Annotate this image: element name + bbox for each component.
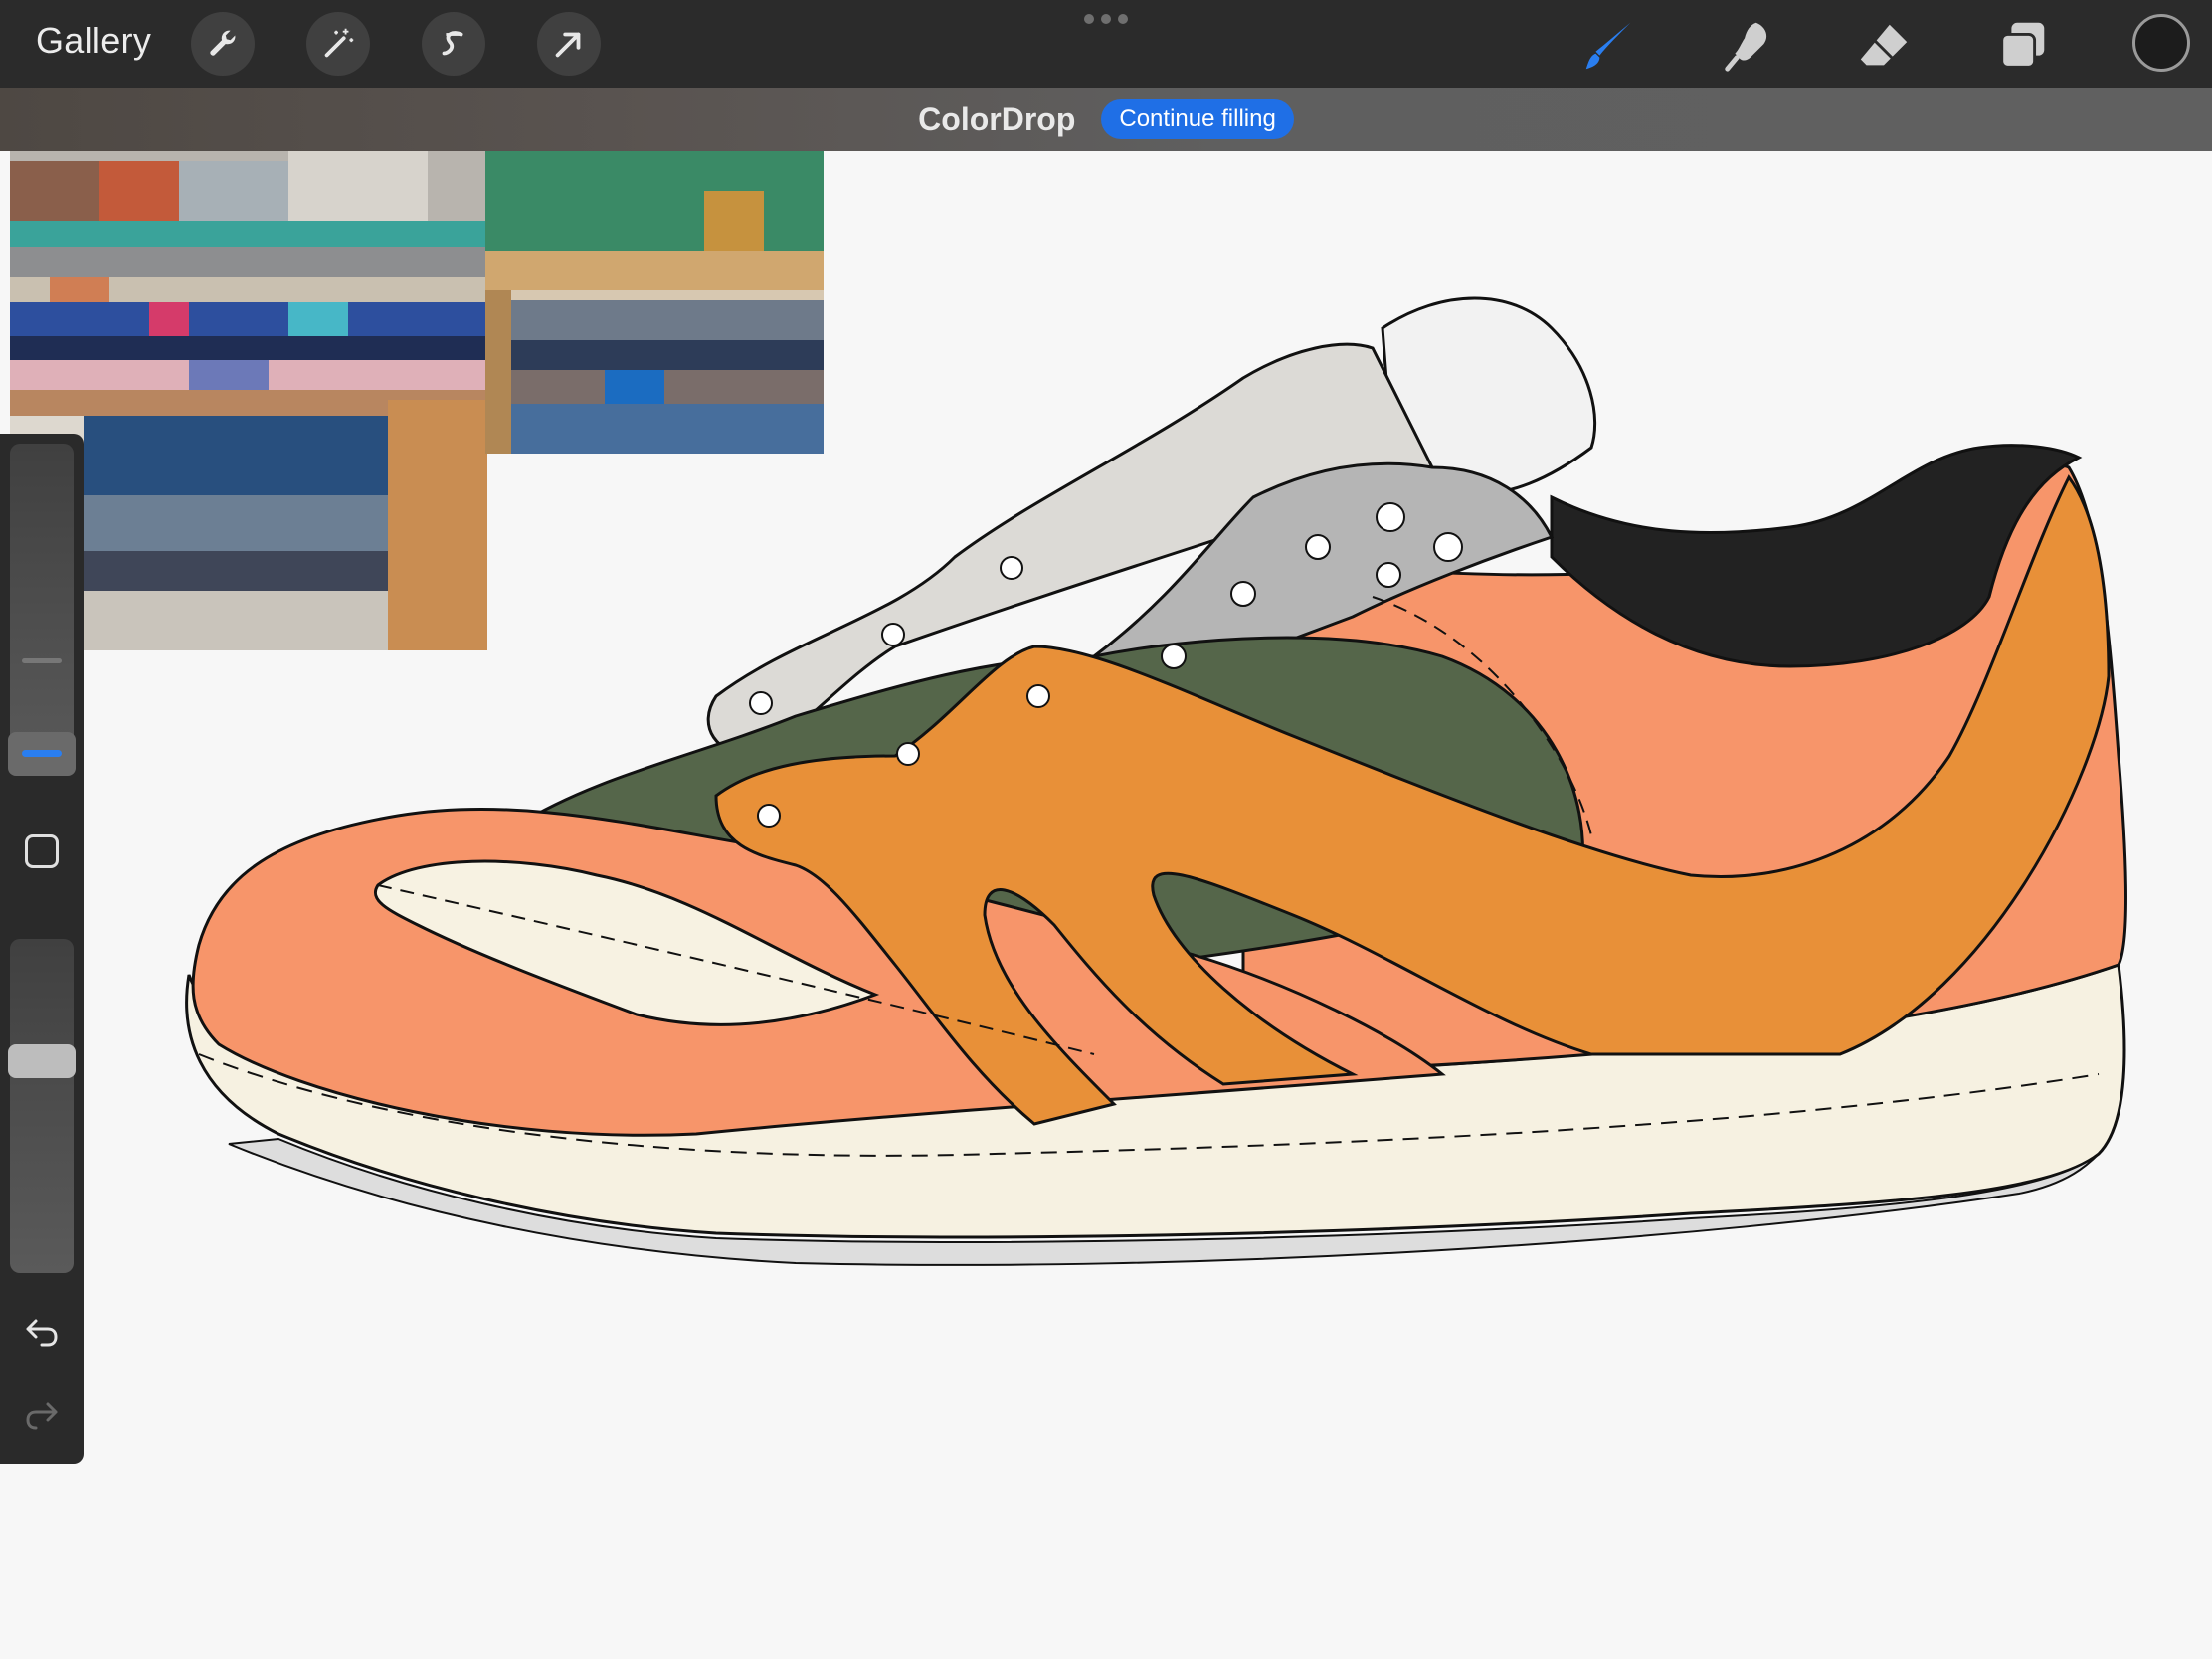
continue-filling-button[interactable]: Continue filling (1101, 99, 1294, 139)
color-swatch[interactable] (2132, 14, 2190, 72)
brush-icon[interactable] (1577, 14, 1641, 78)
opacity-thumb[interactable] (8, 1044, 76, 1078)
notice-title: ColorDrop (918, 100, 1076, 137)
undo-icon[interactable] (20, 1309, 64, 1353)
gallery-button[interactable]: Gallery (36, 20, 151, 62)
top-toolbar: Gallery (0, 0, 2212, 88)
magic-wand-icon[interactable] (306, 12, 370, 76)
brush-size-marker (22, 658, 62, 663)
selection-s-icon[interactable] (422, 12, 485, 76)
transform-arrow-icon[interactable] (537, 12, 601, 76)
brush-size-thumb[interactable] (8, 732, 76, 776)
left-sidebar (0, 434, 84, 1464)
smudge-icon[interactable] (1715, 14, 1778, 78)
wrench-icon[interactable] (191, 12, 255, 76)
redo-icon[interactable] (20, 1392, 64, 1436)
brush-size-slider[interactable] (10, 444, 74, 774)
colordrop-notice: ColorDrop Continue filling (0, 88, 2212, 151)
eraser-icon[interactable] (1852, 14, 1916, 78)
layers-icon[interactable] (1991, 14, 2055, 78)
grabber-dots-icon[interactable] (1084, 14, 1128, 24)
sneaker-artwork[interactable] (0, 151, 2212, 1659)
opacity-slider[interactable] (10, 939, 74, 1273)
drawing-canvas[interactable] (0, 151, 2212, 1659)
modify-square-icon[interactable] (20, 830, 64, 873)
